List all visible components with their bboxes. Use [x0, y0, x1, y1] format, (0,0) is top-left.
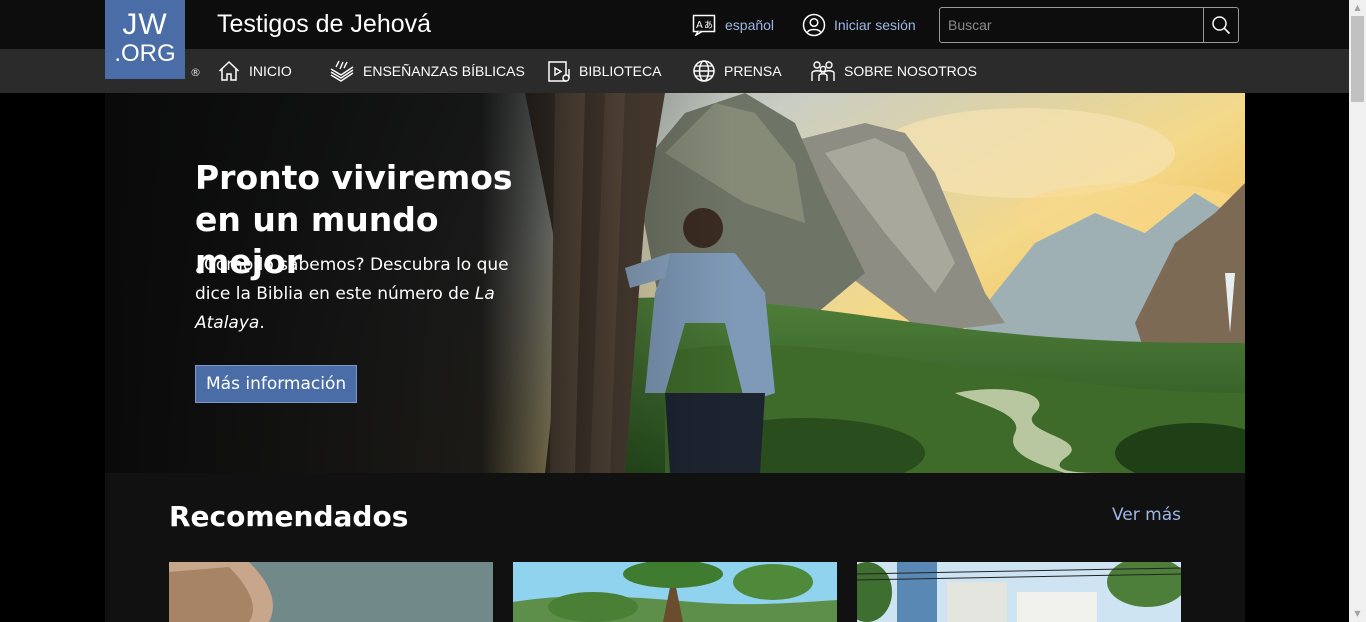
search-box — [939, 7, 1239, 43]
registered-mark: ® — [190, 66, 201, 79]
more-info-button[interactable]: Más información — [195, 365, 358, 403]
nav-label-biblioteca: BIBLIOTECA — [579, 63, 662, 79]
search-input[interactable] — [940, 8, 1203, 42]
user-icon — [802, 13, 826, 37]
language-label: español — [725, 17, 775, 33]
page-scrollbar[interactable]: ▲ ▼ — [1349, 0, 1366, 622]
library-icon — [548, 61, 570, 82]
scroll-thumb[interactable] — [1351, 16, 1364, 102]
nav-item-biblioteca[interactable]: BIBLIOTECA — [547, 49, 661, 93]
language-icon: A あ — [692, 14, 716, 36]
nav-item-prensa[interactable]: PRENSA — [692, 49, 782, 93]
open-bible-icon — [330, 60, 354, 82]
recommended-card-1[interactable] — [169, 562, 493, 622]
main-navigation: INICIO ENSEÑANZAS BÍBLICAS BIBLIOTECA PR… — [0, 49, 1349, 93]
nav-label-inicio: INICIO — [249, 63, 292, 79]
recommended-section: Recomendados Ver más — [105, 473, 1245, 622]
recommended-card-2[interactable] — [513, 562, 837, 622]
card-image-1 — [169, 562, 493, 622]
nav-item-ensenanzas-biblicas[interactable]: ENSEÑANZAS BÍBLICAS — [329, 49, 525, 93]
search-icon — [1212, 16, 1231, 35]
section-title: Recomendados — [169, 500, 409, 533]
card-image-2 — [513, 562, 837, 622]
hero-banner: Pronto viviremos en un mundo mejor ¿Cómo… — [105, 93, 1245, 473]
search-button[interactable] — [1203, 8, 1238, 42]
login-link[interactable]: Iniciar sesión — [802, 12, 916, 38]
site-title[interactable]: Testigos de Jehová — [217, 10, 431, 39]
home-icon — [218, 60, 240, 81]
svg-text:あ: あ — [704, 20, 713, 31]
jw-org-logo[interactable]: JW .ORG — [105, 0, 185, 79]
people-icon — [811, 61, 835, 81]
logo-line-2: .ORG — [114, 40, 176, 67]
nav-item-sobre-nosotros[interactable]: SOBRE NOSOTROS — [810, 49, 977, 93]
scroll-up-arrow-icon[interactable]: ▲ — [1349, 0, 1366, 16]
login-label: Iniciar sesión — [834, 17, 916, 33]
nav-label-sobre-nosotros: SOBRE NOSOTROS — [844, 63, 978, 79]
hero-description: ¿Cómo lo sabemos? Descubra lo que dice l… — [195, 251, 545, 338]
scroll-down-arrow-icon[interactable]: ▼ — [1349, 606, 1366, 622]
nav-label-prensa: PRENSA — [724, 63, 782, 79]
hero-desc-suffix: . — [259, 313, 265, 333]
svg-text:A: A — [696, 20, 703, 31]
logo-line-1: JW — [122, 8, 168, 41]
nav-label-ensenanzas-biblicas: ENSEÑANZAS BÍBLICAS — [363, 63, 525, 79]
card-image-3 — [857, 562, 1181, 622]
hero-desc-prefix: ¿Cómo lo sabemos? Descubra lo que dice l… — [195, 255, 509, 304]
page: Testigos de Jehová A あ español Iniciar s… — [0, 0, 1366, 622]
globe-icon — [693, 60, 715, 82]
nav-item-inicio[interactable]: INICIO — [217, 49, 292, 93]
recommended-card-3[interactable] — [857, 562, 1181, 622]
language-selector[interactable]: A あ español — [692, 12, 774, 38]
top-header: Testigos de Jehová A あ español Iniciar s… — [0, 0, 1349, 49]
see-more-link[interactable]: Ver más — [1112, 505, 1181, 525]
